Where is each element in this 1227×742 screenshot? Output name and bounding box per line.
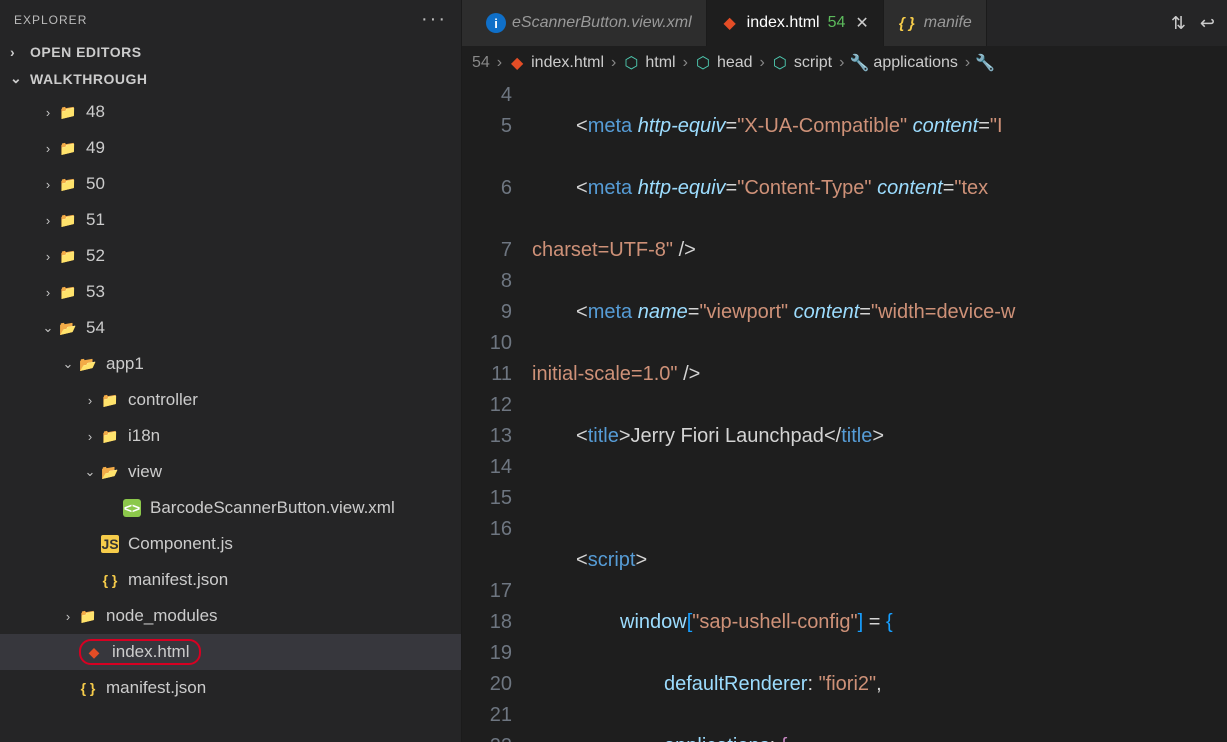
file-index-html[interactable]: ◆ index.html (0, 634, 461, 670)
chevron-right-icon: › (40, 105, 56, 120)
code-editor[interactable]: 45 6 78910111213141516 171819202122 <met… (462, 80, 1227, 742)
tab-index-html[interactable]: ◆ index.html 54 ✕ (707, 0, 884, 46)
folder-icon: 📁 (59, 211, 77, 229)
folder-48[interactable]: ›📁48 (0, 94, 461, 130)
breadcrumb[interactable]: 54› ◆index.html› ⬡html› ⬡head› ⬡script› … (462, 46, 1227, 80)
tag-icon: ⬡ (695, 55, 711, 71)
i18n-folder-icon: 📁 (101, 427, 119, 445)
folder-icon: 📁 (59, 103, 77, 121)
html-file-icon: ◆ (509, 55, 525, 71)
tab-actions: ⇅ ↩ (1171, 13, 1227, 34)
info-icon: i (486, 13, 506, 33)
json-file-icon: { } (79, 679, 97, 697)
folder-51[interactable]: ›📁51 (0, 202, 461, 238)
folder-icon: 📁 (59, 175, 77, 193)
chevron-right-icon: › (82, 429, 98, 444)
folder-open-icon: 📂 (79, 355, 97, 373)
folder-49[interactable]: ›📁49 (0, 130, 461, 166)
highlight-ring: ◆ index.html (79, 639, 201, 665)
tab-folder-badge: 54 (828, 14, 846, 32)
folder-app1[interactable]: ⌄📂app1 (0, 346, 461, 382)
folder-icon: 📁 (59, 139, 77, 157)
chevron-right-icon: › (40, 141, 56, 156)
folder-icon: 📁 (59, 247, 77, 265)
wrench-icon: 🔧 (851, 55, 867, 71)
file-manifest-json[interactable]: { }manifest.json (0, 562, 461, 598)
explorer-title: EXPLORER (14, 13, 87, 27)
html-file-icon: ◆ (85, 643, 103, 661)
folder-i18n[interactable]: ›📁i18n (0, 418, 461, 454)
tab-bar: i eScannerButton.view.xml ◆ index.html 5… (462, 0, 1227, 46)
explorer-more-icon[interactable]: ··· (421, 8, 447, 31)
folder-54[interactable]: ⌄📂54 (0, 310, 461, 346)
tag-icon: ⬡ (623, 55, 639, 71)
chevron-down-icon: ⌄ (40, 320, 56, 336)
chevron-down-icon: ⌄ (82, 464, 98, 480)
folder-50[interactable]: ›📁50 (0, 166, 461, 202)
file-barcode-xml[interactable]: <>BarcodeScannerButton.view.xml (0, 490, 461, 526)
chevron-right-icon: › (40, 213, 56, 228)
chevron-right-icon: › (40, 285, 56, 300)
sidebar: EXPLORER ··· › OPEN EDITORS ⌄ WALKTHROUG… (0, 0, 462, 742)
folder-52[interactable]: ›📁52 (0, 238, 461, 274)
walkthrough-section[interactable]: ⌄ WALKTHROUGH (0, 65, 461, 92)
xml-file-icon: <> (123, 499, 141, 517)
editor-area: i eScannerButton.view.xml ◆ index.html 5… (462, 0, 1227, 742)
file-manifest-json-2[interactable]: { }manifest.json (0, 670, 461, 706)
chevron-right-icon: › (10, 44, 26, 60)
close-icon[interactable]: ✕ (855, 13, 868, 33)
open-editors-label: OPEN EDITORS (30, 44, 142, 60)
open-editors-section[interactable]: › OPEN EDITORS (0, 39, 461, 65)
file-component-js[interactable]: JSComponent.js (0, 526, 461, 562)
tab-manifest[interactable]: { } manife (884, 0, 987, 46)
file-tree: ›📁48 ›📁49 ›📁50 ›📁51 ›📁52 ›📁53 ⌄📂54 ⌄📂app… (0, 92, 461, 742)
html-file-icon: ◆ (721, 13, 739, 33)
sidebar-header: EXPLORER ··· (0, 0, 461, 39)
chevron-right-icon: › (40, 249, 56, 264)
tag-icon: ⬡ (772, 55, 788, 71)
folder-icon: 📁 (59, 283, 77, 301)
wrench-icon: 🔧 (977, 55, 993, 71)
chevron-down-icon: ⌄ (10, 70, 26, 87)
controller-folder-icon: 📁 (101, 391, 119, 409)
node-folder-icon: 📁 (79, 607, 97, 625)
folder-53[interactable]: ›📁53 (0, 274, 461, 310)
tab-scanner-xml[interactable]: i eScannerButton.view.xml (462, 0, 707, 46)
chevron-right-icon: › (40, 177, 56, 192)
folder-view[interactable]: ⌄📂view (0, 454, 461, 490)
chevron-right-icon: › (60, 609, 76, 624)
view-folder-icon: 📂 (101, 463, 119, 481)
folder-controller[interactable]: ›📁controller (0, 382, 461, 418)
js-file-icon: JS (101, 535, 119, 553)
chevron-right-icon: › (82, 393, 98, 408)
folder-node-modules[interactable]: ›📁node_modules (0, 598, 461, 634)
json-file-icon: { } (101, 571, 119, 589)
folder-open-icon: 📂 (59, 319, 77, 337)
compare-icon[interactable]: ⇅ (1171, 13, 1186, 34)
walkthrough-label: WALKTHROUGH (30, 71, 148, 87)
back-icon[interactable]: ↩ (1200, 13, 1215, 34)
json-file-icon: { } (898, 15, 916, 32)
chevron-down-icon: ⌄ (60, 356, 76, 372)
code-content[interactable]: <meta http-equiv="X-UA-Compatible" conte… (532, 80, 1227, 742)
line-gutter: 45 6 78910111213141516 171819202122 (462, 80, 532, 742)
